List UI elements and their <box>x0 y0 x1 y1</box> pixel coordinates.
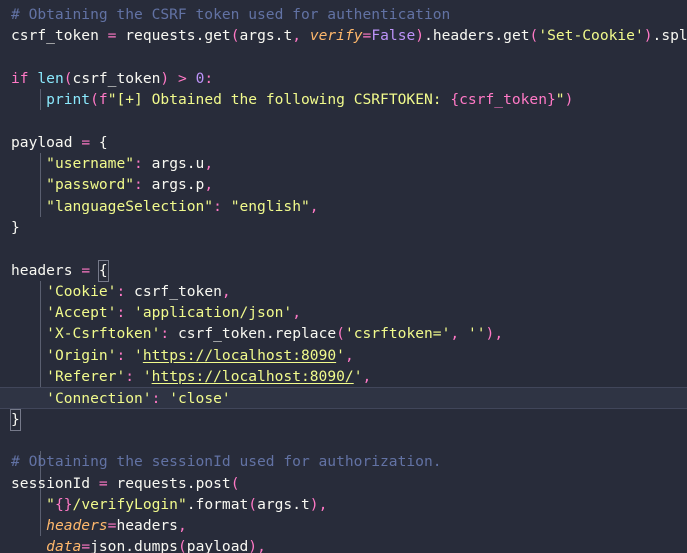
method-get: get <box>204 27 231 45</box>
fstring-body: "[+] Obtained the following CSRFTOKEN: <box>107 91 451 109</box>
operator-assign: = <box>81 133 91 151</box>
link-origin-url[interactable]: https://localhost:8090 <box>143 347 336 364</box>
code-line[interactable]: } <box>0 217 687 238</box>
value-csrf-token-replace: csrf_token.replace <box>177 325 337 343</box>
brace-open: { <box>98 133 108 151</box>
string-verifylogin-path: /verifyLogin" <box>72 495 187 513</box>
header-key-cookie: 'Cookie' <box>46 282 117 300</box>
code-line[interactable]: print(f"[+] Obtained the following CSRFT… <box>0 89 687 110</box>
value-args-p: args.p <box>151 176 205 194</box>
code-line[interactable]: 'Cookie': csrf_token, <box>0 281 687 302</box>
header-key-connection: 'Connection' <box>46 390 152 408</box>
code-line[interactable]: "languageSelection": "english", <box>0 196 687 217</box>
module-requests: requests <box>116 474 187 492</box>
value-close: 'close' <box>169 390 231 408</box>
arg-args-t: args.t <box>239 27 293 45</box>
string-csrftoken-eq: 'csrftoken=' <box>344 325 451 343</box>
code-editor-viewport[interactable]: # Obtaining the CSRF token used for auth… <box>0 0 687 553</box>
code-line[interactable]: # Obtaining the sessionId used for autho… <box>0 451 687 472</box>
string-set-cookie: 'Set-Cookie' <box>538 27 644 45</box>
keyword-if: if <box>11 69 29 87</box>
code-line[interactable]: data=json.dumps(payload), <box>0 536 687 553</box>
format-placeholder: {} <box>54 495 73 513</box>
value-csrf-token: csrf_token <box>134 282 222 300</box>
code-line-blank[interactable] <box>0 238 687 259</box>
value-headers: headers <box>116 517 178 535</box>
code-line[interactable]: 'Accept': 'application/json', <box>0 302 687 323</box>
variable-sessionid: sessionId <box>11 474 91 492</box>
header-key-xcsrftoken: 'X-Csrftoken' <box>46 325 161 343</box>
code-line-blank[interactable] <box>0 110 687 131</box>
code-line[interactable]: } <box>0 408 687 431</box>
code-line[interactable]: payload = { <box>0 132 687 153</box>
code-line[interactable]: 'Referer': 'https://localhost:8090/', <box>0 366 687 387</box>
code-line[interactable]: 'X-Csrftoken': csrf_token.replace('csrft… <box>0 323 687 344</box>
code-line[interactable]: "username": args.u, <box>0 153 687 174</box>
value-english: "english" <box>230 197 310 215</box>
code-line[interactable]: headers = { <box>0 259 687 282</box>
code-line-current[interactable]: 'Connection': 'close' <box>0 387 687 409</box>
code-line-blank[interactable] <box>0 47 687 68</box>
value-json-dumps: json.dumps <box>90 538 178 553</box>
code-line[interactable]: 'Origin': 'https://localhost:8090', <box>0 345 687 366</box>
code-line-blank[interactable] <box>0 430 687 451</box>
operator-assign: = <box>107 27 117 45</box>
arg-payload: payload <box>186 538 249 553</box>
string-empty: '' <box>467 325 486 343</box>
brace-close-matched: } <box>10 408 21 431</box>
fstring-prefix: f <box>98 91 108 109</box>
brace-close: } <box>11 218 20 236</box>
header-key-origin: 'Origin' <box>46 346 117 364</box>
header-key-referer: 'Referer' <box>46 368 126 386</box>
operator-gt: > <box>178 69 187 87</box>
comment-token: # Obtaining the CSRF token used for auth… <box>11 6 451 23</box>
kwarg-headers: headers <box>46 517 108 535</box>
value-application-json: 'application/json' <box>134 304 293 322</box>
comment-token: # Obtaining the sessionId used for autho… <box>11 453 442 471</box>
kwarg-verify: verify <box>309 27 363 45</box>
code-line[interactable]: if len(csrf_token) > 0: <box>0 68 687 89</box>
variable-csrf-token-ref: csrf_token <box>72 69 161 87</box>
variable-headers: headers <box>11 261 73 279</box>
link-referer-url[interactable]: https://localhost:8090/ <box>152 368 354 385</box>
variable-csrf-token: csrf_token <box>11 27 99 45</box>
value-args-u: args.u <box>151 155 205 173</box>
code-line[interactable]: sessionId = requests.post( <box>0 473 687 494</box>
header-key-accept: 'Accept' <box>46 304 117 322</box>
code-line[interactable]: csrf_token = requests.get(args.t, verify… <box>0 25 687 46</box>
const-false: False <box>371 27 416 45</box>
fstring-interpolation: {csrf_token} <box>450 91 556 109</box>
dict-key-password: "password" <box>46 176 135 194</box>
module-requests: requests <box>125 27 196 45</box>
variable-payload: payload <box>11 133 73 151</box>
kwarg-data: data <box>46 538 82 553</box>
builtin-len: len <box>37 69 64 87</box>
code-line[interactable]: # Obtaining the CSRF token used for auth… <box>0 4 687 25</box>
dict-key-languageselection: "languageSelection" <box>46 197 214 215</box>
dict-key-username: "username" <box>46 155 135 173</box>
brace-open-matched: { <box>97 259 109 282</box>
method-post: post <box>195 474 231 492</box>
builtin-print: print <box>46 91 91 109</box>
arg-args-t: args.t <box>257 495 310 513</box>
code-content[interactable]: # Obtaining the CSRF token used for auth… <box>0 4 687 553</box>
code-line[interactable]: "{}/verifyLogin".format(args.t), <box>0 494 687 515</box>
operator-assign: = <box>98 474 108 492</box>
code-line[interactable]: "password": args.p, <box>0 174 687 195</box>
operator-assign: = <box>81 261 91 279</box>
code-line[interactable]: headers=headers, <box>0 515 687 536</box>
